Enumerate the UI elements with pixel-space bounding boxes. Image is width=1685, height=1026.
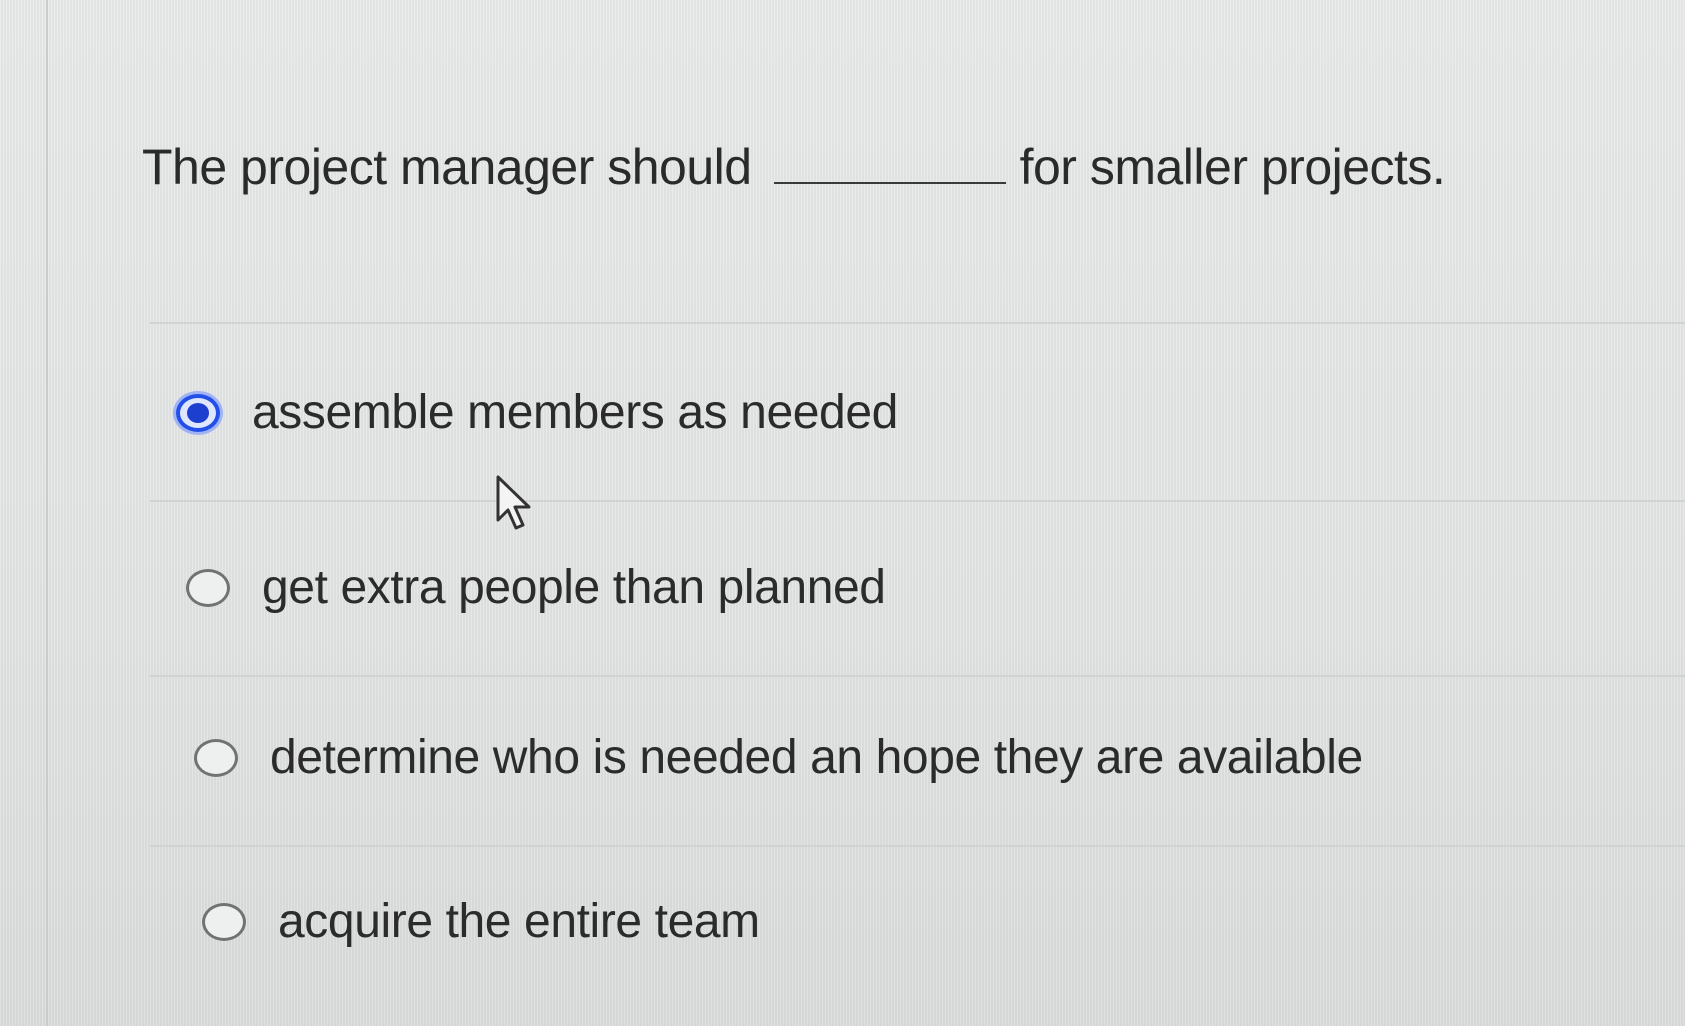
divider (150, 845, 1685, 847)
radio-button-selected[interactable] (176, 393, 220, 432)
radio-button[interactable] (202, 902, 246, 941)
mouse-pointer-icon (496, 475, 531, 530)
left-border (46, 0, 48, 1026)
divider (150, 500, 1685, 502)
option-label: assemble members as needed (252, 386, 898, 439)
option-label: acquire the entire team (278, 895, 760, 948)
answer-blank (773, 182, 1006, 184)
question-text: The project manager should for smaller p… (142, 138, 1446, 196)
divider (150, 322, 1685, 324)
option-label: get extra people than planned (262, 561, 886, 614)
option-2[interactable]: get extra people than planned (186, 560, 886, 615)
option-label: determine who is needed an hope they are… (270, 731, 1363, 784)
radio-button[interactable] (186, 568, 230, 607)
radio-button[interactable] (194, 738, 238, 777)
divider (150, 675, 1685, 677)
question-before-blank: The project manager should (142, 139, 752, 195)
option-4[interactable]: acquire the entire team (202, 894, 760, 949)
radio-dot-icon (187, 402, 209, 423)
question-after-blank: for smaller projects. (1019, 139, 1446, 195)
option-1[interactable]: assemble members as needed (176, 385, 898, 440)
quiz-page: The project manager should for smaller p… (0, 0, 1685, 1026)
option-3[interactable]: determine who is needed an hope they are… (194, 730, 1363, 785)
